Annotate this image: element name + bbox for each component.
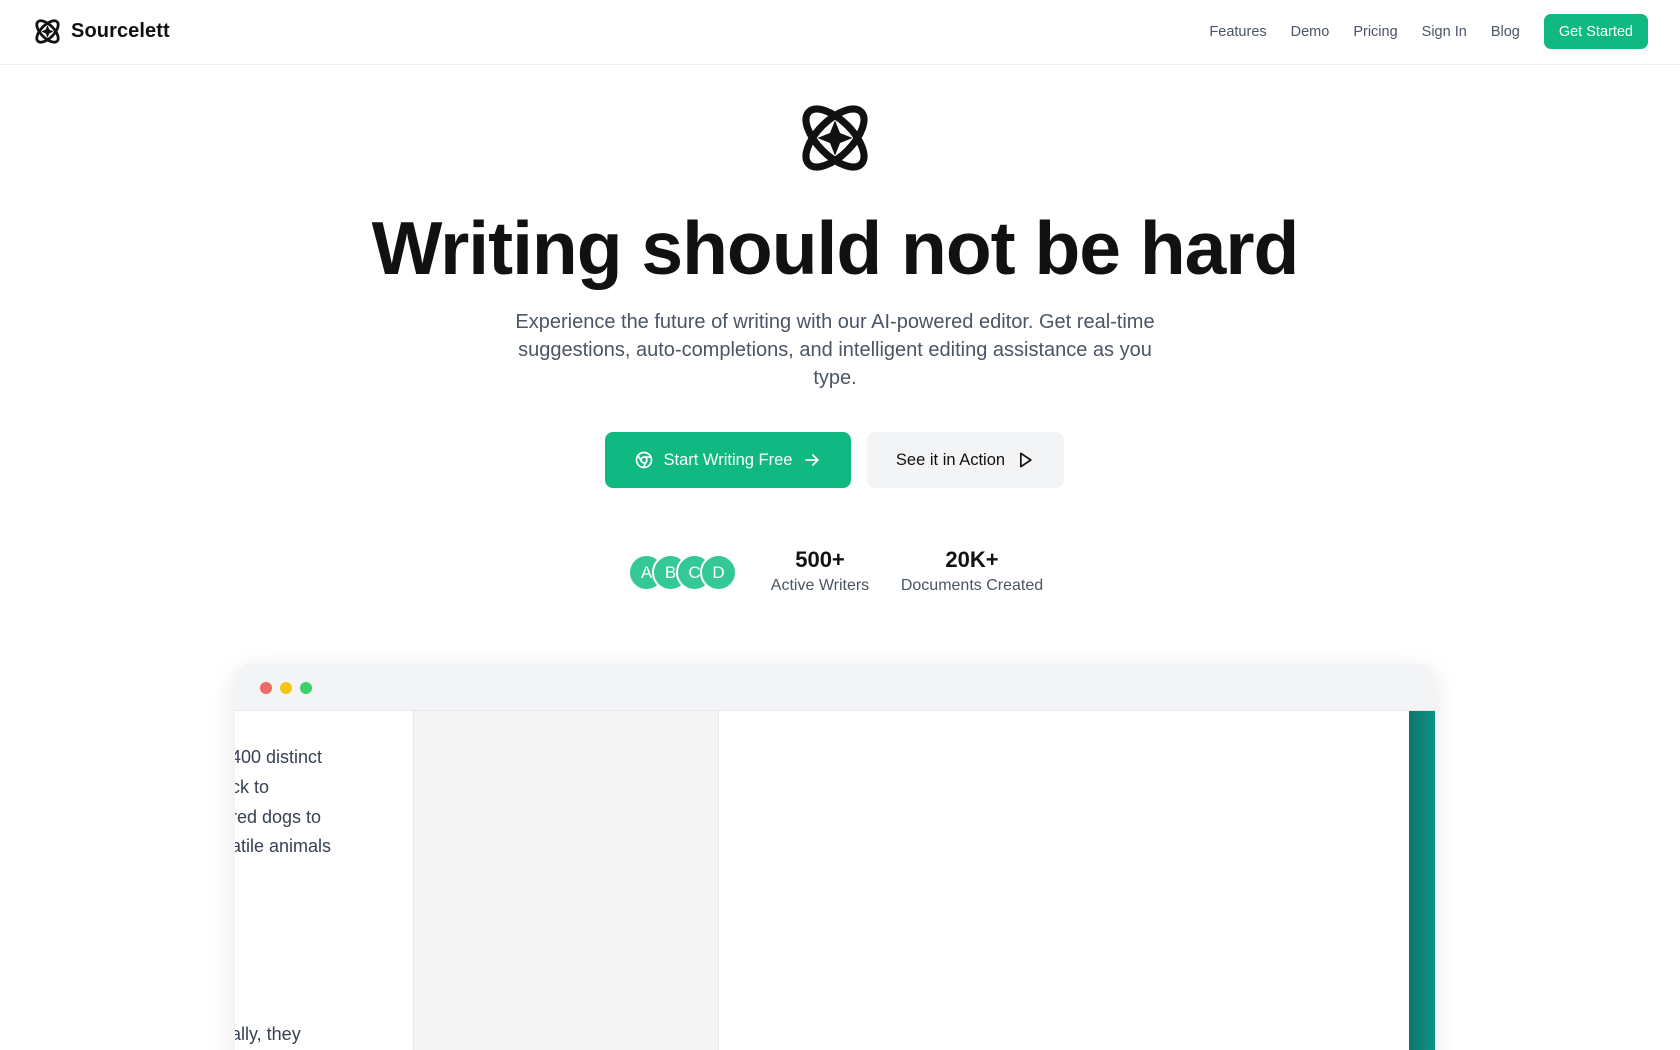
play-icon bbox=[1020, 452, 1032, 468]
editor-canvas-pane bbox=[719, 711, 1409, 1050]
nav-link-blog[interactable]: Blog bbox=[1491, 24, 1520, 40]
window-title-bar bbox=[235, 664, 1435, 711]
editor-text-line: ally, they bbox=[235, 1024, 301, 1044]
editor-text-line: 400 distinct bbox=[235, 747, 323, 767]
brand-name: Sourcelett bbox=[71, 20, 170, 42]
editor-panes: 400 distinct ck to red dogs to atile ani… bbox=[235, 711, 1435, 1050]
get-started-button[interactable]: Get Started bbox=[1543, 14, 1648, 49]
stat-documents-created: 20K+ Documents Created bbox=[898, 547, 1046, 597]
stat-label: Documents Created bbox=[900, 577, 1044, 594]
window-maximize-dot bbox=[300, 682, 312, 694]
start-writing-free-button[interactable]: Start Writing Free bbox=[605, 432, 851, 488]
arrow-right-icon bbox=[805, 454, 820, 466]
window-minimize-dot bbox=[280, 682, 292, 694]
nav-link-demo[interactable]: Demo bbox=[1291, 24, 1330, 40]
nav-link-sign-in[interactable]: Sign In bbox=[1422, 24, 1467, 40]
editor-text-pane[interactable]: 400 distinct ck to red dogs to atile ani… bbox=[235, 711, 414, 1050]
avatar: D bbox=[700, 554, 737, 591]
orbit-sparkle-logo-icon bbox=[802, 105, 868, 171]
window-close-dot bbox=[260, 682, 272, 694]
stat-value: 500+ bbox=[795, 547, 845, 572]
hero-subtitle: Experience the future of writing with ou… bbox=[515, 311, 1155, 389]
editor-text-line: red dogs to bbox=[235, 807, 322, 827]
stat-value: 20K+ bbox=[945, 547, 999, 572]
writer-avatars: A B C D bbox=[628, 554, 738, 591]
top-navbar: Sourcelett Features Demo Pricing Sign In… bbox=[0, 0, 1680, 65]
see-it-in-action-button[interactable]: See it in Action bbox=[867, 432, 1064, 488]
editor-preview-window: 400 distinct ck to red dogs to atile ani… bbox=[235, 664, 1435, 1050]
editor-text-line: ck to bbox=[235, 777, 270, 797]
nav-link-pricing[interactable]: Pricing bbox=[1353, 24, 1397, 40]
stat-active-writers: 500+ Active Writers bbox=[766, 547, 874, 597]
chrome-icon bbox=[635, 451, 652, 469]
orbit-sparkle-logo-icon bbox=[35, 19, 60, 44]
start-writing-free-label: Start Writing Free bbox=[663, 450, 793, 469]
hero-title: Writing should not be hard bbox=[371, 206, 1300, 290]
editor-accent-strip bbox=[1409, 711, 1435, 1050]
editor-sidebar-pane bbox=[414, 711, 719, 1050]
nav-links: Features Demo Pricing Sign In Blog Get S… bbox=[1185, 14, 1648, 49]
see-it-in-action-label: See it in Action bbox=[895, 450, 1006, 469]
editor-text-line: atile animals bbox=[235, 836, 332, 856]
stat-label: Active Writers bbox=[770, 577, 870, 594]
nav-link-features[interactable]: Features bbox=[1209, 24, 1266, 40]
brand[interactable]: Sourcelett bbox=[32, 16, 170, 47]
